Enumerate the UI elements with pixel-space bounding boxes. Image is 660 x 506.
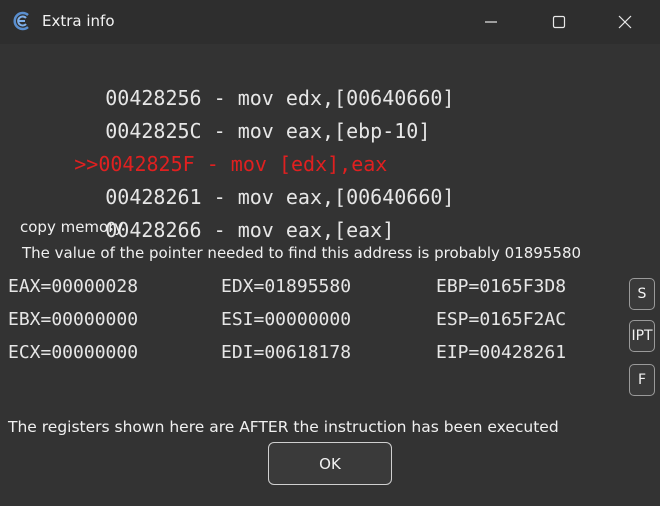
s-button[interactable]: S — [629, 278, 655, 310]
close-button[interactable] — [602, 0, 648, 44]
maximize-icon — [552, 15, 566, 29]
register-ebp: EBP=0165F3D8 — [436, 276, 567, 297]
register-esi: ESI=00000000 — [221, 309, 352, 330]
close-icon — [618, 15, 632, 29]
register-eip: EIP=00428261 — [436, 342, 567, 363]
f-button[interactable]: F — [629, 364, 655, 396]
register-edi: EDI=00618178 — [221, 342, 352, 363]
disassembly-line-current[interactable]: >>0042825F - mov [edx],eax — [2, 116, 387, 176]
register-ebx: EBX=00000000 — [8, 309, 139, 330]
ipt-button[interactable]: IPT — [629, 320, 655, 352]
register-ecx: ECX=00000000 — [8, 342, 139, 363]
pointer-value-text: The value of the pointer needed to find … — [22, 244, 582, 262]
registers-note: The registers shown here are AFTER the i… — [8, 418, 559, 436]
disassembly-line[interactable]: 0042825C - mov eax,[ebp-10] — [33, 83, 430, 143]
register-esp: ESP=0165F2AC — [436, 309, 567, 330]
cheat-engine-logo-icon — [13, 11, 33, 31]
disassembly-line[interactable]: 00428266 - mov eax,[eax] — [33, 182, 394, 242]
window-title: Extra info — [42, 12, 115, 30]
disassembly-line[interactable]: 00428261 - mov eax,[00640660] — [33, 149, 454, 209]
copy-memory-link[interactable]: copy memory — [20, 218, 123, 236]
extra-info-window: Extra info 00428256 - mov edx,[00640660]… — [0, 0, 660, 506]
maximize-button[interactable] — [536, 0, 582, 44]
disassembly-line[interactable]: 00428256 - mov edx,[00640660] — [33, 50, 454, 110]
minimize-button[interactable] — [468, 0, 514, 44]
register-eax: EAX=00000028 — [8, 276, 139, 297]
minimize-icon — [485, 21, 497, 23]
title-bar: Extra info — [0, 0, 660, 44]
ok-button[interactable]: OK — [268, 442, 392, 485]
register-edx: EDX=01895580 — [221, 276, 352, 297]
